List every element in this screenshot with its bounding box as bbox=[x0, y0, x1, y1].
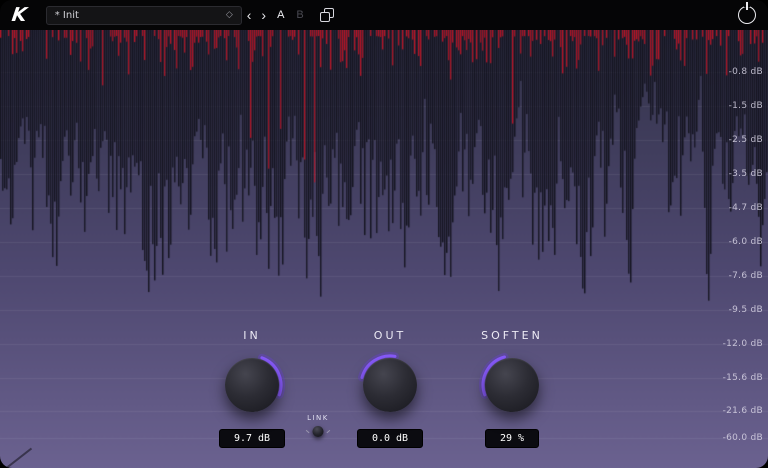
soften-knob-body bbox=[485, 358, 539, 412]
waveform-display: -0.8 dB-1.5 dB-2.5 dB-3.5 dB-4.7 dB-6.0 … bbox=[0, 30, 768, 468]
logo: K bbox=[10, 4, 27, 26]
copy-icon-front bbox=[320, 12, 330, 22]
in-control: IN 9.7 dB bbox=[219, 329, 285, 448]
in-knob-body bbox=[225, 358, 279, 412]
soften-control: SOFTEN 29 % bbox=[480, 329, 544, 448]
in-value[interactable]: 9.7 dB bbox=[219, 429, 285, 448]
ab-a-button[interactable]: A bbox=[273, 9, 288, 21]
preset-selector[interactable]: * Init ◇ bbox=[46, 6, 242, 25]
ab-b-button[interactable]: B bbox=[292, 9, 307, 21]
preset-name: * Init bbox=[55, 10, 79, 21]
in-knob[interactable] bbox=[220, 353, 284, 417]
prev-preset-button[interactable]: ‹ bbox=[243, 8, 256, 22]
controls-panel: IN 9.7 dB OUT bbox=[0, 30, 768, 468]
plugin-window: K * Init ◇ ‹ › A B -0.8 dB-1.5 dB-2.5 dB… bbox=[0, 0, 768, 468]
link-label: LINK bbox=[307, 414, 329, 422]
preset-menu-icon[interactable]: ◇ bbox=[226, 10, 233, 20]
soften-value[interactable]: 29 % bbox=[485, 429, 539, 448]
link-tick-left bbox=[306, 430, 310, 434]
in-knob-label: IN bbox=[243, 329, 260, 342]
link-row bbox=[306, 426, 331, 437]
link-tick-right bbox=[327, 430, 331, 434]
next-preset-button[interactable]: › bbox=[257, 8, 270, 22]
out-knob-body bbox=[363, 358, 417, 412]
copy-icon[interactable] bbox=[320, 8, 334, 22]
power-icon bbox=[746, 2, 748, 10]
out-knob[interactable] bbox=[358, 353, 422, 417]
link-control: LINK bbox=[306, 414, 331, 437]
out-control: OUT 0.0 dB bbox=[357, 329, 423, 448]
out-knob-label: OUT bbox=[374, 329, 406, 342]
soften-knob[interactable] bbox=[480, 353, 544, 417]
power-button[interactable] bbox=[738, 6, 756, 24]
link-toggle[interactable] bbox=[313, 426, 324, 437]
out-value[interactable]: 0.0 dB bbox=[357, 429, 423, 448]
header: K * Init ◇ ‹ › A B bbox=[0, 0, 768, 30]
soften-knob-label: SOFTEN bbox=[481, 329, 543, 342]
